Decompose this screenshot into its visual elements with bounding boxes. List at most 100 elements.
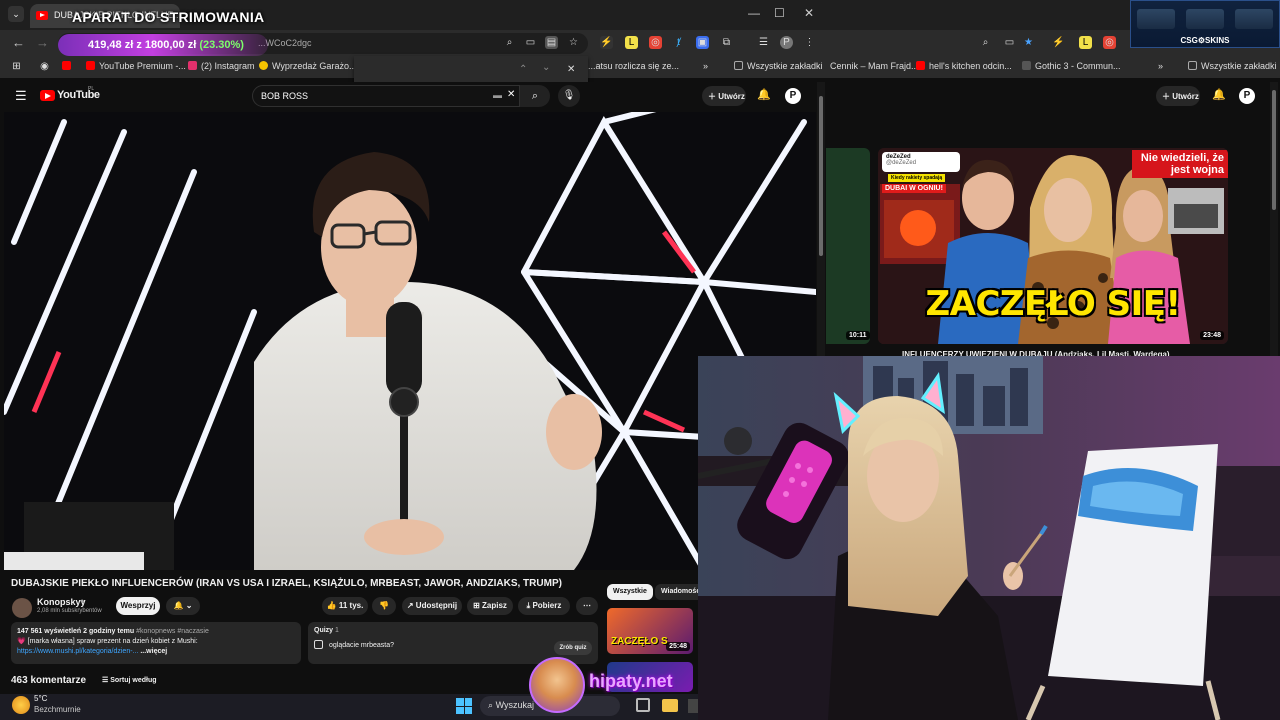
more-description-link[interactable]: ...więcej xyxy=(140,648,167,655)
promo-link[interactable]: https://www.mushi.pl/kategoria/dzien-... xyxy=(17,648,138,655)
youtube-favicon-icon xyxy=(916,61,925,70)
hipaty-avatar-icon xyxy=(529,657,585,713)
taskbar-app-icon[interactable] xyxy=(688,699,698,713)
extension-icon-2[interactable]: L xyxy=(625,36,638,49)
bookmark-gothic[interactable]: Gothic 3 - Commun... xyxy=(1022,61,1121,71)
browser-menu-icon[interactable]: ⋮ xyxy=(803,36,816,49)
weather-temperature[interactable]: 5°C xyxy=(34,694,47,703)
maximize-button[interactable]: ☐ xyxy=(774,6,785,20)
cast-icon[interactable]: ▭ xyxy=(524,36,537,49)
garage-sale-icon xyxy=(259,61,268,70)
bookmark-youtube-premium[interactable]: YouTube Premium -... xyxy=(86,61,186,71)
right-bookmark-star-icon[interactable]: ★ xyxy=(1022,36,1035,49)
quiz-question: oglądacie mrbeasta? xyxy=(329,642,394,649)
scrollbar-thumb[interactable] xyxy=(819,96,823,256)
dislike-button[interactable]: 👎 xyxy=(372,597,396,615)
voice-search-mic-icon[interactable]: 🎙 xyxy=(558,85,580,107)
apps-grid-icon[interactable]: ⊞ xyxy=(10,60,23,73)
forward-button[interactable]: → xyxy=(36,35,49,50)
take-quiz-button[interactable]: Zrób quiz xyxy=(554,641,592,655)
quiz-header: Quizy xyxy=(314,627,334,634)
bookmark-rozlicza[interactable]: ...atsu rozlicza się ze... xyxy=(588,61,679,71)
right-extension-icon-3[interactable]: ◎ xyxy=(1103,36,1116,49)
notifications-bell-icon[interactable]: 🔔 xyxy=(757,88,771,101)
donation-goal-overlay: 419,48 zł z 1800,00 zł (23.30%) xyxy=(58,34,268,56)
extension-icon-3[interactable]: ◎ xyxy=(649,36,662,49)
find-close-button[interactable]: ✕ xyxy=(567,64,575,75)
zoom-icon[interactable]: ⌕ xyxy=(503,36,516,49)
chip-all[interactable]: Wszystkie xyxy=(607,584,653,600)
bookmark-hells-kitchen[interactable]: hell's kitchen odcin... xyxy=(916,61,1012,71)
hamburger-menu-icon[interactable]: ☰ xyxy=(15,88,27,104)
windows-start-icon[interactable] xyxy=(456,698,472,714)
right-page-scrollbar[interactable] xyxy=(1270,82,1278,358)
find-next-button[interactable]: ⌄ xyxy=(542,62,550,73)
right-create-button[interactable]: ＋ Utwórz xyxy=(1156,86,1200,106)
extension-icon-5[interactable]: ▣ xyxy=(696,36,709,49)
extension-icon-1[interactable]: ⚡ xyxy=(600,36,613,49)
weather-condition[interactable]: Bezchmurnie xyxy=(34,705,81,714)
youtube-logo-icon[interactable] xyxy=(40,90,55,101)
account-avatar[interactable]: P xyxy=(785,88,801,104)
create-button[interactable]: ＋ Utwórz xyxy=(702,86,746,106)
right-notifications-bell-icon[interactable]: 🔔 xyxy=(1212,88,1226,101)
left-partial-thumbnail[interactable]: 10:11 xyxy=(826,148,870,344)
minimize-button[interactable]: — xyxy=(748,6,760,20)
extension-icon-4[interactable]: ⱦ xyxy=(672,36,685,49)
like-button[interactable]: 👍 11 tys. xyxy=(322,597,368,615)
description-box[interactable]: 147 561 wyświetleń 2 godziny temu #konop… xyxy=(11,622,301,664)
weather-icon[interactable] xyxy=(12,696,30,714)
hashtags[interactable]: #konopnews #naczasie xyxy=(136,628,209,635)
download-button[interactable]: ⤓ Pobierz xyxy=(518,597,570,615)
more-actions-button[interactable]: ⋯ xyxy=(576,597,598,615)
webcam-scene-illustration xyxy=(698,356,1280,720)
channel-name[interactable]: Konopskyy xyxy=(37,597,86,607)
bookmark-wyprzedaz[interactable]: Wyprzedaż Garażo... xyxy=(259,61,356,71)
find-prev-button[interactable]: ⌃ xyxy=(519,64,527,75)
right-extension-icon-2[interactable]: L xyxy=(1079,36,1092,49)
right-bookmark-all[interactable]: Wszystkie zakładki xyxy=(1188,61,1277,71)
quiz-checkbox-icon xyxy=(314,640,323,649)
media-control-icon[interactable]: ☰ xyxy=(757,36,770,49)
back-button[interactable]: ← xyxy=(12,35,25,50)
profile-avatar-icon[interactable]: P xyxy=(780,36,793,49)
share-button[interactable]: ↗ Udostępnij xyxy=(402,597,462,615)
video-thumbnail-zaczelo[interactable]: deZeZed @deZeZed Kiedy rakiety spadają DU… xyxy=(878,148,1228,344)
extensions-puzzle-icon[interactable]: ⧉ xyxy=(720,36,733,49)
file-explorer-icon[interactable] xyxy=(662,699,678,712)
webcam-overlay xyxy=(698,356,1280,720)
task-view-icon[interactable] xyxy=(636,698,650,712)
youtube-search-input[interactable]: BOB ROSS ▬ ✕ xyxy=(252,85,520,107)
bookmark-instagram[interactable]: (2) Instagram xyxy=(188,61,255,71)
keyboard-icon[interactable]: ▬ xyxy=(493,90,502,100)
subscription-bell-button[interactable]: 🔔 ⌄ xyxy=(166,597,200,615)
right-zoom-icon[interactable]: ⌕ xyxy=(979,36,992,49)
bookmark-yt-icon-only[interactable] xyxy=(62,61,75,71)
bookmark-all-bookmarks[interactable]: Wszystkie zakładki xyxy=(734,61,823,71)
folder-icon xyxy=(734,61,743,70)
search-button[interactable]: ⌕ xyxy=(520,85,550,107)
right-cast-icon[interactable]: ▭ xyxy=(1003,36,1016,49)
clear-search-icon[interactable]: ✕ xyxy=(507,89,515,100)
sort-comments-button[interactable]: ☰ Sortuj według xyxy=(102,676,157,684)
related-video-thumbnail[interactable]: ZACZĘŁO S 25:48 xyxy=(607,608,693,654)
right-scrollbar-thumb[interactable] xyxy=(1272,90,1276,210)
right-bookmarks-overflow-icon[interactable]: » xyxy=(1158,61,1163,71)
thumb-headline-top: Nie wiedzieli, że jest wojna xyxy=(1132,150,1228,178)
youtube-favicon-icon xyxy=(36,11,48,20)
close-window-button[interactable]: ✕ xyxy=(804,6,814,20)
video-title: DUBAJSKIE PIEKŁO INFLUENCERÓW (IRAN VS U… xyxy=(11,578,562,589)
video-player[interactable] xyxy=(4,112,816,570)
tab-search-button[interactable]: ⌄ xyxy=(8,6,24,22)
save-button[interactable]: ⊞ Zapisz xyxy=(467,597,513,615)
bookmark-star-icon[interactable]: ☆ xyxy=(567,36,580,49)
support-button[interactable]: Wesprzyj xyxy=(116,597,160,615)
right-account-avatar[interactable]: P xyxy=(1239,88,1255,104)
bookmarks-overflow-icon[interactable]: » xyxy=(703,61,708,71)
subscriber-count: 2,08 mln subskrybentów xyxy=(37,608,102,614)
channel-avatar[interactable] xyxy=(12,598,32,618)
page-icon[interactable]: ▤ xyxy=(545,36,558,49)
bookmark-cennik[interactable]: Cennik – Mam Frajd... xyxy=(830,61,919,71)
right-extension-icon-1[interactable]: ⚡ xyxy=(1052,36,1065,49)
steam-bookmark-icon[interactable]: ◉ xyxy=(38,60,51,73)
